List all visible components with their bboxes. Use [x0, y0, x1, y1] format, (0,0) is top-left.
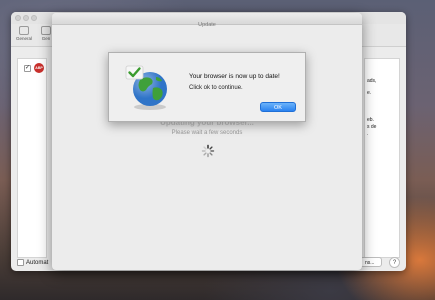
- help-button[interactable]: ?: [389, 257, 400, 268]
- detail-text-fragment: ads,: [367, 78, 377, 84]
- update-window-titlebar: Update: [52, 13, 362, 28]
- update-complete-dialog: Your browser is now up to date! Click ok…: [108, 52, 306, 122]
- detail-text-fragment: .: [367, 131, 369, 137]
- toolbar-general-label: General: [15, 36, 32, 41]
- toolbar-general-button[interactable]: General: [13, 26, 35, 46]
- extension-enabled-checkbox[interactable]: ✓: [24, 65, 31, 72]
- loading-spinner-icon: [201, 144, 215, 158]
- ok-button[interactable]: OK: [260, 102, 296, 112]
- detail-text-fragment: s de: [367, 124, 377, 130]
- more-extensions-button[interactable]: ns...: [360, 257, 382, 267]
- close-window-button[interactable]: [15, 15, 21, 21]
- wait-message: Please wait a few seconds: [171, 130, 243, 136]
- globe-checkmark-icon: [125, 65, 167, 110]
- detail-text-fragment: eb.: [367, 117, 374, 123]
- zoom-window-button[interactable]: [31, 15, 37, 21]
- dialog-message: Your browser is now up to date!: [189, 73, 280, 80]
- general-icon: [19, 26, 29, 35]
- automatic-updates-label: Automat: [26, 260, 49, 266]
- detail-text-fragment: e.: [367, 90, 372, 96]
- dialog-instruction: Click ok to continue.: [189, 85, 243, 91]
- adblock-icon[interactable]: ABP: [34, 63, 44, 73]
- automatic-updates-option[interactable]: Automat: [17, 258, 49, 266]
- tab-icon: [41, 26, 51, 35]
- minimize-window-button[interactable]: [23, 15, 29, 21]
- extension-list: ✓ ABP: [17, 58, 47, 258]
- automatic-updates-checkbox[interactable]: [17, 258, 24, 266]
- extension-details-panel: ads, e. eb. s de .: [364, 58, 400, 258]
- update-window-title: Update: [198, 22, 216, 28]
